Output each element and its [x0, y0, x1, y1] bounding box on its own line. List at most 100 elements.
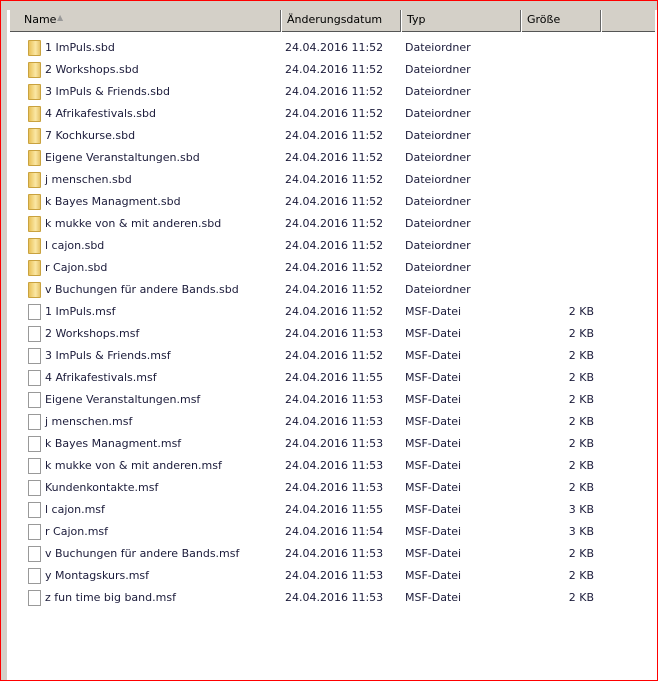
file-row[interactable]: 7 Kochkurse.sbd 24.04.2016 11:52 Dateior… — [0, 125, 640, 147]
file-name: j menschen.sbd — [45, 173, 132, 186]
column-date-label: Änderungsdatum — [287, 13, 383, 26]
file-type: Dateiordner — [405, 85, 471, 98]
file-date: 24.04.2016 11:53 — [285, 481, 384, 494]
file-size: 2 KB — [568, 415, 594, 428]
file-row[interactable]: Eigene Veranstaltungen.sbd 24.04.2016 11… — [0, 147, 640, 169]
file-name: 4 Afrikafestivals.msf — [45, 371, 157, 384]
file-row[interactable]: k mukke von & mit anderen.msf 24.04.2016… — [0, 455, 640, 477]
file-type: MSF-Datei — [405, 305, 462, 318]
file-name: v Buchungen für andere Bands.sbd — [45, 283, 239, 296]
file-type: MSF-Datei — [405, 503, 462, 516]
folder-icon — [28, 62, 41, 78]
file-name: 4 Afrikafestivals.sbd — [45, 107, 156, 120]
file-name: 2 Workshops.sbd — [45, 63, 139, 76]
file-date: 24.04.2016 11:52 — [285, 63, 384, 76]
file-type: Dateiordner — [405, 129, 471, 142]
file-row[interactable]: 2 Workshops.sbd 24.04.2016 11:52 Dateior… — [0, 59, 640, 81]
file-icon — [28, 392, 41, 408]
file-row[interactable]: 2 Workshops.msf 24.04.2016 11:53 MSF-Dat… — [0, 323, 640, 345]
folder-icon — [28, 260, 41, 276]
file-date: 24.04.2016 11:52 — [285, 305, 384, 318]
folder-icon — [28, 172, 41, 188]
file-row[interactable]: 1 ImPuls.sbd 24.04.2016 11:52 Dateiordne… — [0, 37, 640, 59]
file-type: MSF-Datei — [405, 525, 462, 538]
file-row[interactable]: 4 Afrikafestivals.sbd 24.04.2016 11:52 D… — [0, 103, 640, 125]
file-size: 2 KB — [568, 305, 594, 318]
file-row[interactable]: j menschen.sbd 24.04.2016 11:52 Dateiord… — [0, 169, 640, 191]
folder-icon — [28, 216, 41, 232]
file-name: Eigene Veranstaltungen.sbd — [45, 151, 200, 164]
file-icon — [28, 524, 41, 540]
file-type: Dateiordner — [405, 239, 471, 252]
file-row[interactable]: 3 ImPuls & Friends.sbd 24.04.2016 11:52 … — [0, 81, 640, 103]
file-name: k mukke von & mit anderen.sbd — [45, 217, 222, 230]
file-row[interactable]: 3 ImPuls & Friends.msf 24.04.2016 11:52 … — [0, 345, 640, 367]
file-type: Dateiordner — [405, 151, 471, 164]
file-date: 24.04.2016 11:53 — [285, 591, 384, 604]
file-type: MSF-Datei — [405, 371, 462, 384]
file-size: 2 KB — [568, 459, 594, 472]
folder-icon — [28, 40, 41, 56]
file-type: Dateiordner — [405, 63, 471, 76]
file-date: 24.04.2016 11:53 — [285, 459, 384, 472]
file-row[interactable]: j menschen.msf 24.04.2016 11:53 MSF-Date… — [0, 411, 640, 433]
file-type: Dateiordner — [405, 283, 471, 296]
file-row[interactable]: k mukke von & mit anderen.sbd 24.04.2016… — [0, 213, 640, 235]
folder-icon — [28, 238, 41, 254]
folder-icon — [28, 106, 41, 122]
file-type: MSF-Datei — [405, 591, 462, 604]
column-header: Name ▲ Änderungsdatum Typ Größe — [9, 10, 655, 32]
file-row[interactable]: Kundenkontakte.msf 24.04.2016 11:53 MSF-… — [0, 477, 640, 499]
file-name: k mukke von & mit anderen.msf — [45, 459, 222, 472]
file-row[interactable]: r Cajon.msf 24.04.2016 11:54 MSF-Datei 3… — [0, 521, 640, 543]
file-type: MSF-Datei — [405, 393, 462, 406]
file-row[interactable]: 4 Afrikafestivals.msf 24.04.2016 11:55 M… — [0, 367, 640, 389]
file-name: l cajon.msf — [45, 503, 105, 516]
file-icon — [28, 436, 41, 452]
file-name: k Bayes Managment.sbd — [45, 195, 181, 208]
file-row[interactable]: l cajon.msf 24.04.2016 11:55 MSF-Datei 3… — [0, 499, 640, 521]
file-row[interactable]: Eigene Veranstaltungen.msf 24.04.2016 11… — [0, 389, 640, 411]
column-header-date[interactable]: Änderungsdatum — [281, 10, 401, 32]
column-header-type[interactable]: Typ — [401, 10, 521, 32]
file-date: 24.04.2016 11:52 — [285, 85, 384, 98]
file-row[interactable]: v Buchungen für andere Bands.msf 24.04.2… — [0, 543, 640, 565]
file-size: 2 KB — [568, 393, 594, 406]
file-type: Dateiordner — [405, 107, 471, 120]
file-date: 24.04.2016 11:52 — [285, 173, 384, 186]
file-type: MSF-Datei — [405, 547, 462, 560]
file-date: 24.04.2016 11:52 — [285, 239, 384, 252]
file-icon — [28, 502, 41, 518]
file-row[interactable]: z fun time big band.msf 24.04.2016 11:53… — [0, 587, 640, 609]
file-date: 24.04.2016 11:53 — [285, 569, 384, 582]
file-icon — [28, 370, 41, 386]
file-type: MSF-Datei — [405, 569, 462, 582]
file-date: 24.04.2016 11:52 — [285, 41, 384, 54]
file-name: 3 ImPuls & Friends.msf — [45, 349, 171, 362]
file-date: 24.04.2016 11:52 — [285, 283, 384, 296]
file-type: MSF-Datei — [405, 415, 462, 428]
file-row[interactable]: k Bayes Managment.sbd 24.04.2016 11:52 D… — [0, 191, 640, 213]
file-row[interactable]: y Montagskurs.msf 24.04.2016 11:53 MSF-D… — [0, 565, 640, 587]
file-row[interactable]: l cajon.sbd 24.04.2016 11:52 Dateiordner — [0, 235, 640, 257]
file-name: 3 ImPuls & Friends.sbd — [45, 85, 170, 98]
file-row[interactable]: 1 ImPuls.msf 24.04.2016 11:52 MSF-Datei … — [0, 301, 640, 323]
file-date: 24.04.2016 11:52 — [285, 151, 384, 164]
file-size: 2 KB — [568, 437, 594, 450]
file-date: 24.04.2016 11:53 — [285, 415, 384, 428]
sort-ascending-icon: ▲ — [57, 13, 64, 22]
file-date: 24.04.2016 11:53 — [285, 327, 384, 340]
file-row[interactable]: r Cajon.sbd 24.04.2016 11:52 Dateiordner — [0, 257, 640, 279]
file-date: 24.04.2016 11:55 — [285, 503, 384, 516]
file-name: z fun time big band.msf — [45, 591, 176, 604]
file-name: Eigene Veranstaltungen.msf — [45, 393, 201, 406]
file-row[interactable]: k Bayes Managment.msf 24.04.2016 11:53 M… — [0, 433, 640, 455]
column-header-empty — [601, 10, 655, 32]
column-header-name[interactable]: Name ▲ — [9, 10, 281, 32]
file-row[interactable]: v Buchungen für andere Bands.sbd 24.04.2… — [0, 279, 640, 301]
file-date: 24.04.2016 11:53 — [285, 393, 384, 406]
column-header-size[interactable]: Größe — [521, 10, 601, 32]
file-icon — [28, 414, 41, 430]
file-name: v Buchungen für andere Bands.msf — [45, 547, 240, 560]
file-type: Dateiordner — [405, 217, 471, 230]
